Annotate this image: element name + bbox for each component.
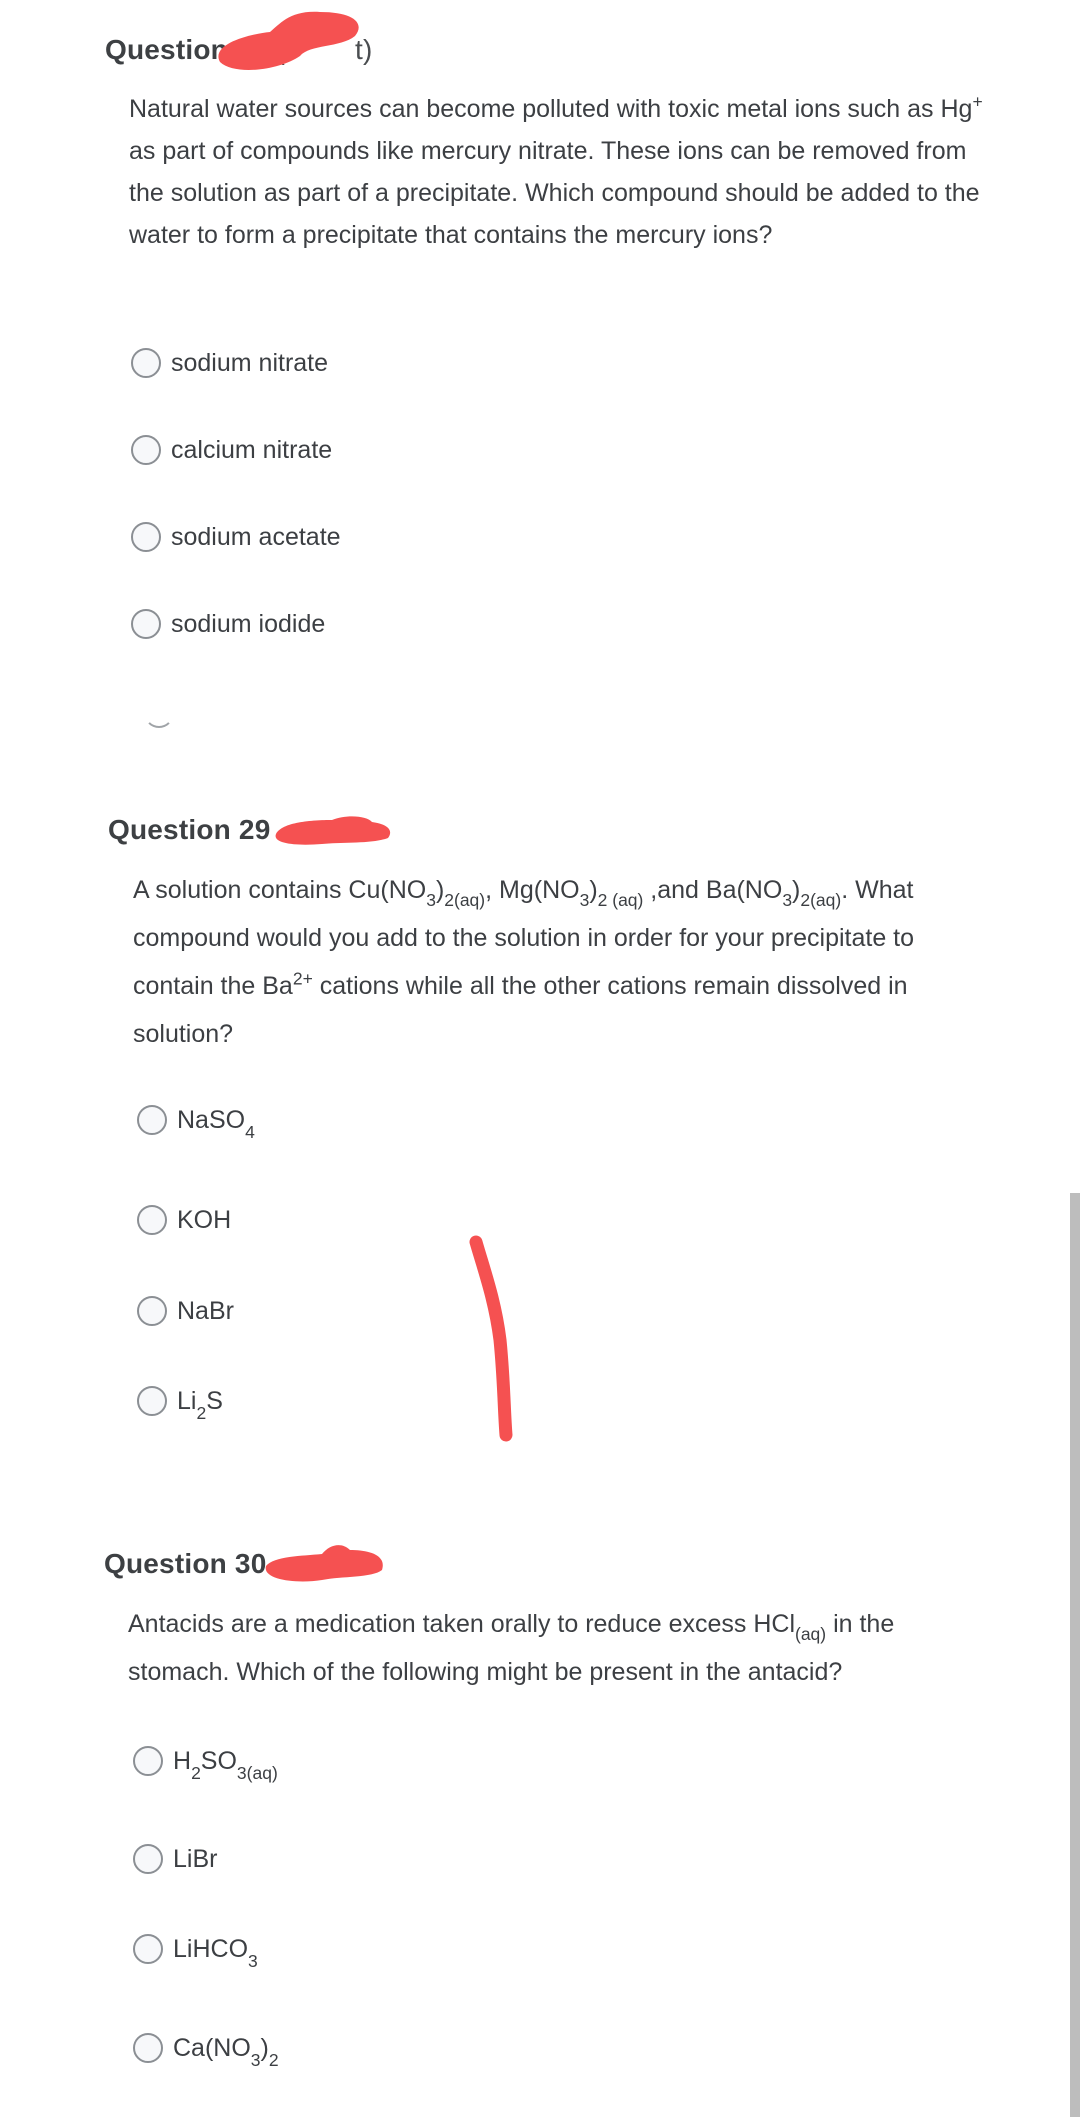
answer-option[interactable]: NaSO4 xyxy=(137,1105,255,1142)
redaction-scribble xyxy=(265,1545,383,1582)
answer-option[interactable]: LiBr xyxy=(133,1844,217,1874)
radio-button[interactable] xyxy=(131,609,161,639)
question-29-text: A solution contains Cu(NO3)2(aq), Mg(NO3… xyxy=(133,866,993,1058)
question-28-text: Natural water sources can become pollute… xyxy=(129,88,989,256)
question-number: Question 30 xyxy=(104,1548,267,1579)
redaction-scribble xyxy=(275,816,391,845)
answer-label: LiHCO3 xyxy=(173,1934,258,1971)
answer-label: sodium iodide xyxy=(171,609,326,638)
answer-label: NaSO4 xyxy=(177,1105,255,1142)
question-30-text: Antacids are a medication taken orally t… xyxy=(128,1600,988,1696)
answer-option[interactable]: sodium nitrate xyxy=(131,348,328,378)
text-segment: ,and Ba(NO xyxy=(643,876,783,904)
radio-button[interactable] xyxy=(137,1296,167,1326)
answer-label: Ca(NO3)2 xyxy=(173,2033,279,2070)
subscript: 2(aq) xyxy=(444,890,486,910)
answer-option[interactable]: Li2S xyxy=(137,1386,223,1423)
answer-label: calcium nitrate xyxy=(171,435,333,464)
answer-label: KOH xyxy=(177,1205,232,1234)
radio-button[interactable] xyxy=(133,1844,163,1874)
answer-option[interactable]: sodium acetate xyxy=(131,522,341,552)
question-number: Question 29 xyxy=(108,814,271,845)
text-segment: Antacids are a medication taken orally t… xyxy=(128,1610,795,1638)
radio-button[interactable] xyxy=(133,2033,163,2063)
text-segment: A solution contains Cu(NO xyxy=(133,876,427,904)
question-29-title: Question 29 xyxy=(108,814,270,846)
radio-button[interactable] xyxy=(131,522,161,552)
answer-label: sodium acetate xyxy=(171,522,341,551)
answer-option[interactable]: H2SO3(aq) xyxy=(133,1746,278,1783)
subscript: 3 xyxy=(579,890,590,910)
text-segment: ) xyxy=(589,876,598,904)
radio-button[interactable] xyxy=(133,1934,163,1964)
subscript: (aq) xyxy=(795,1624,827,1644)
subscript: 2 (aq) xyxy=(597,890,644,910)
answer-label: sodium nitrate xyxy=(171,348,329,377)
answer-label: Li2S xyxy=(177,1386,223,1423)
answer-option[interactable]: LiHCO3 xyxy=(133,1934,258,1971)
subscript: 2(aq) xyxy=(800,890,842,910)
red-pen-mark xyxy=(469,1235,513,1442)
answer-label: NaBr xyxy=(177,1296,234,1325)
radio-button[interactable] xyxy=(137,1105,167,1135)
question-30-title: Question 30 xyxy=(104,1548,266,1580)
text-segment: Natural water sources can become pollute… xyxy=(129,95,973,123)
radio-button[interactable] xyxy=(137,1386,167,1416)
answer-option[interactable]: NaBr xyxy=(137,1296,234,1326)
radio-button[interactable] xyxy=(137,1205,167,1235)
answer-label: LiBr xyxy=(173,1844,218,1873)
answer-option[interactable]: sodium iodide xyxy=(131,609,325,639)
superscript: 2+ xyxy=(292,968,313,989)
subscript: 3 xyxy=(426,890,436,910)
radio-button[interactable] xyxy=(131,348,161,378)
answer-label: H2SO3(aq) xyxy=(173,1746,278,1783)
text-segment: as part of compounds like mercury nitrat… xyxy=(129,137,980,249)
scrollbar[interactable] xyxy=(1070,1193,1080,2117)
subscript: 3 xyxy=(782,890,793,910)
answer-option[interactable]: Ca(NO3)2 xyxy=(133,2033,279,2070)
text-segment: , Mg(NO xyxy=(485,876,580,904)
partial-radio-button[interactable] xyxy=(144,712,174,728)
answer-option[interactable]: KOH xyxy=(137,1205,231,1235)
superscript: + xyxy=(972,91,983,112)
radio-button[interactable] xyxy=(133,1746,163,1776)
answer-option[interactable]: calcium nitrate xyxy=(131,435,332,465)
radio-button[interactable] xyxy=(131,435,161,465)
redaction-scribble xyxy=(218,11,359,70)
